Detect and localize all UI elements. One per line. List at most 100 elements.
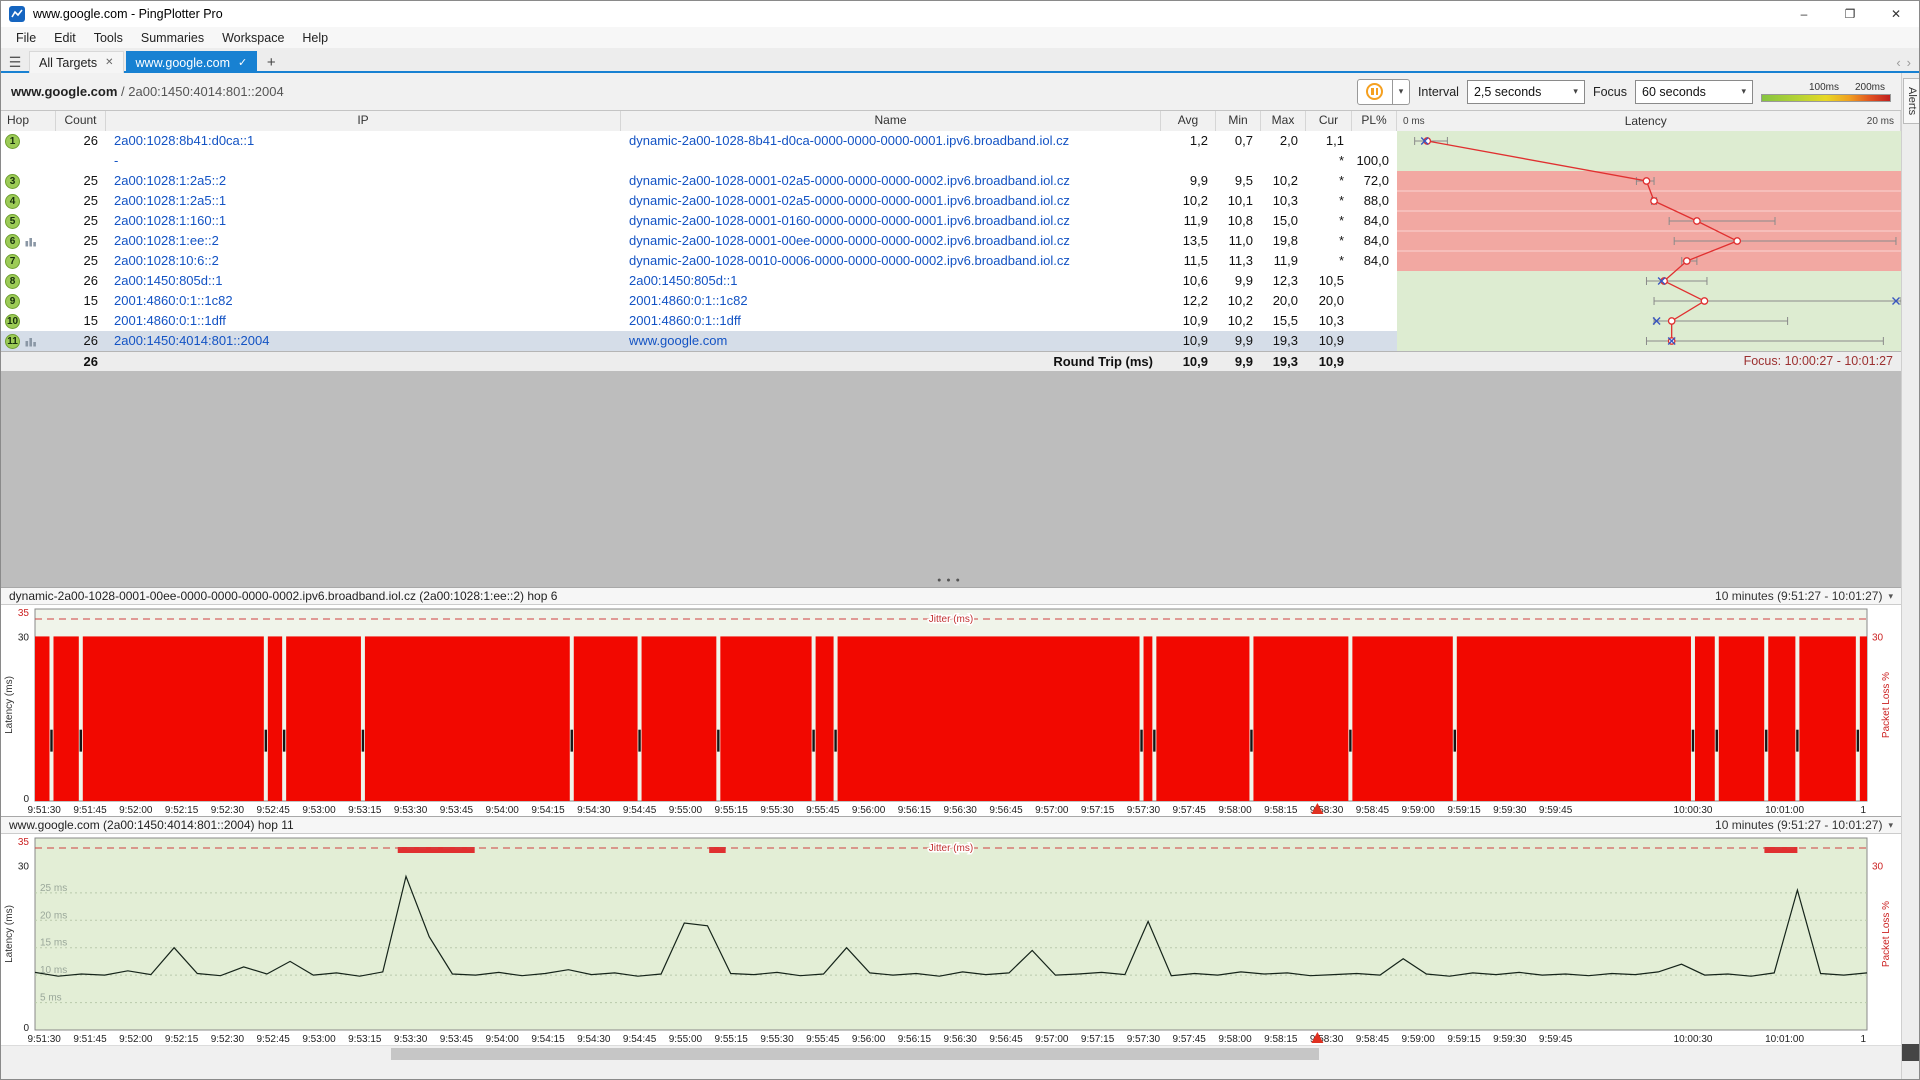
hop-row-7[interactable]: 7252a00:1028:10:6::2dynamic-2a00-1028-00… [1, 251, 1901, 271]
name-cell[interactable]: dynamic-2a00-1028-0001-00ee-0000-0000-00… [621, 231, 1161, 251]
hop-row-10[interactable]: 10152001:4860:0:1::1dff2001:4860:0:1::1d… [1, 311, 1901, 331]
avg-cell: 11,5 [1161, 251, 1216, 271]
horizontal-scrollbar[interactable] [1, 1045, 1901, 1061]
range-dropdown-icon[interactable]: ▾ [1888, 591, 1893, 602]
name-cell[interactable]: dynamic-2a00-1028-0001-02a5-0000-0000-00… [621, 191, 1161, 211]
menu-tools[interactable]: Tools [85, 31, 132, 45]
col-header-hop[interactable]: Hop [1, 111, 56, 131]
name-cell[interactable]: dynamic-2a00-1028-8b41-d0ca-0000-0000-00… [621, 131, 1161, 151]
name-cell[interactable]: 2001:4860:0:1::1c82 [621, 291, 1161, 311]
col-header-ip[interactable]: IP [106, 111, 621, 131]
latency-cell [1397, 191, 1901, 211]
ip-cell[interactable]: 2a00:1028:1:ee::2 [106, 231, 621, 251]
alerts-panel-tab[interactable]: Alerts [1903, 78, 1919, 124]
pause-dropdown-icon[interactable]: ▾ [1393, 79, 1410, 105]
col-header-latency[interactable]: 0 ms Latency 20 ms [1397, 111, 1901, 131]
ip-cell[interactable]: 2a00:1028:10:6::2 [106, 251, 621, 271]
ip-cell[interactable]: 2a00:1028:1:160::1 [106, 211, 621, 231]
hop-row-1[interactable]: 1262a00:1028:8b41:d0ca::1dynamic-2a00-10… [1, 131, 1901, 151]
name-cell[interactable]: www.google.com [621, 331, 1161, 351]
hop-row-8[interactable]: 8262a00:1450:805d::12a00:1450:805d::110,… [1, 271, 1901, 291]
menu-workspace[interactable]: Workspace [213, 31, 293, 45]
tab-www-google-com[interactable]: www.google.com ✓ [126, 51, 258, 73]
ip-cell[interactable]: 2a00:1028:8b41:d0ca::1 [106, 131, 621, 151]
min-cell: 11,0 [1216, 231, 1261, 251]
name-cell[interactable]: dynamic-2a00-1028-0001-02a5-0000-0000-00… [621, 171, 1161, 191]
name-cell[interactable]: dynamic-2a00-1028-0001-0160-0000-0000-00… [621, 211, 1161, 231]
col-header-cur[interactable]: Cur [1306, 111, 1352, 131]
restore-button[interactable]: ❐ [1827, 1, 1873, 27]
timeline-plot-hop6[interactable]: Jitter (ms)3530030Latency (ms)Packet Los… [1, 605, 1901, 816]
focus-range: Focus: 10:00:27 - 10:01:27 [1397, 352, 1901, 371]
minimize-button[interactable]: – [1781, 1, 1827, 27]
table-header: Hop Count IP Name Avg Min Max Cur PL% 0 … [1, 111, 1901, 131]
hop-row-4[interactable]: 4252a00:1028:1:2a5::1dynamic-2a00-1028-0… [1, 191, 1901, 211]
svg-text:9:54:00: 9:54:00 [486, 805, 520, 816]
target-ip: 2a00:1450:4014:801::2004 [128, 84, 283, 99]
ip-cell[interactable]: 2001:4860:0:1::1c82 [106, 291, 621, 311]
col-header-avg[interactable]: Avg [1161, 111, 1216, 131]
close-tab-icon[interactable]: ✕ [105, 57, 113, 68]
name-cell[interactable] [621, 151, 1161, 171]
svg-text:9:53:15: 9:53:15 [348, 1034, 382, 1045]
svg-text:9:55:30: 9:55:30 [760, 805, 794, 816]
cur-cell: 10,9 [1306, 331, 1352, 351]
timeline-graph-hop11: www.google.com (2a00:1450:4014:801::2004… [1, 816, 1901, 1045]
col-header-pl[interactable]: PL% [1352, 111, 1397, 131]
new-tab-button[interactable]: + [259, 51, 283, 73]
focus-select[interactable]: 60 seconds ▾ [1635, 80, 1753, 104]
svg-text:0: 0 [23, 794, 29, 805]
hop-row-6[interactable]: 6252a00:1028:1:ee::2dynamic-2a00-1028-00… [1, 231, 1901, 251]
svg-text:10:00:30: 10:00:30 [1674, 1034, 1713, 1045]
latency-gradient-bar [1761, 94, 1891, 102]
svg-text:9:51:30: 9:51:30 [28, 805, 62, 816]
hop-row-9[interactable]: 9152001:4860:0:1::1c822001:4860:0:1::1c8… [1, 291, 1901, 311]
hop-row-11[interactable]: 11262a00:1450:4014:801::2004www.google.c… [1, 331, 1901, 351]
splitter[interactable]: ●●● [1, 371, 1901, 587]
name-cell[interactable]: dynamic-2a00-1028-0010-0006-0000-0000-00… [621, 251, 1161, 271]
name-cell[interactable]: 2a00:1450:805d::1 [621, 271, 1161, 291]
svg-text:30: 30 [18, 632, 30, 643]
range-dropdown-icon[interactable]: ▾ [1888, 820, 1893, 831]
avg-cell: 12,2 [1161, 291, 1216, 311]
hop-number-badge: 11 [5, 334, 20, 349]
svg-text:9:52:45: 9:52:45 [257, 1034, 291, 1045]
svg-text:9:55:30: 9:55:30 [760, 1034, 794, 1045]
col-header-name[interactable]: Name [621, 111, 1161, 131]
ip-cell[interactable]: 2a00:1028:1:2a5::1 [106, 191, 621, 211]
menu-file[interactable]: File [7, 31, 45, 45]
ip-cell[interactable]: 2a00:1450:805d::1 [106, 271, 621, 291]
scroll-corner [1902, 1044, 1919, 1061]
svg-text:9:54:15: 9:54:15 [531, 1034, 565, 1045]
col-header-count[interactable]: Count [56, 111, 106, 131]
close-button[interactable]: ✕ [1873, 1, 1919, 27]
window-controls: – ❐ ✕ [1781, 1, 1919, 27]
scrollbar-thumb[interactable] [391, 1048, 1319, 1060]
hop-row-3[interactable]: 3252a00:1028:1:2a5::2dynamic-2a00-1028-0… [1, 171, 1901, 191]
timeline-plot-hop11[interactable]: 25 ms20 ms15 ms10 ms5 msJitter (ms)35300… [1, 834, 1901, 1045]
tab-all-targets[interactable]: All Targets ✕ [29, 51, 124, 73]
splitter-grip-icon[interactable]: ●●● [937, 577, 965, 584]
svg-text:9:59:45: 9:59:45 [1539, 1034, 1573, 1045]
menu-help[interactable]: Help [293, 31, 337, 45]
ip-cell[interactable]: 2001:4860:0:1::1dff [106, 311, 621, 331]
menu-edit[interactable]: Edit [45, 31, 85, 45]
ip-cell[interactable]: - [106, 151, 621, 171]
scroll-tabs-left-icon[interactable]: ‹ [1896, 55, 1900, 70]
scroll-tabs-right-icon[interactable]: › [1907, 55, 1911, 70]
latency-cell [1397, 131, 1901, 151]
ip-cell[interactable]: 2a00:1450:4014:801::2004 [106, 331, 621, 351]
interval-select[interactable]: 2,5 seconds ▾ [1467, 80, 1585, 104]
svg-text:10:01:00: 10:01:00 [1765, 1034, 1804, 1045]
pause-icon [1366, 83, 1383, 100]
hop-row-5[interactable]: 5252a00:1028:1:160::1dynamic-2a00-1028-0… [1, 211, 1901, 231]
pause-button[interactable] [1357, 79, 1393, 105]
ip-cell[interactable]: 2a00:1028:1:2a5::2 [106, 171, 621, 191]
svg-text:30: 30 [1872, 632, 1884, 643]
name-cell[interactable]: 2001:4860:0:1::1dff [621, 311, 1161, 331]
col-header-max[interactable]: Max [1261, 111, 1306, 131]
tab-list-icon[interactable]: ☰ [1, 51, 29, 73]
col-header-min[interactable]: Min [1216, 111, 1261, 131]
menu-summaries[interactable]: Summaries [132, 31, 213, 45]
hop-row-2[interactable]: -*100,0 [1, 151, 1901, 171]
